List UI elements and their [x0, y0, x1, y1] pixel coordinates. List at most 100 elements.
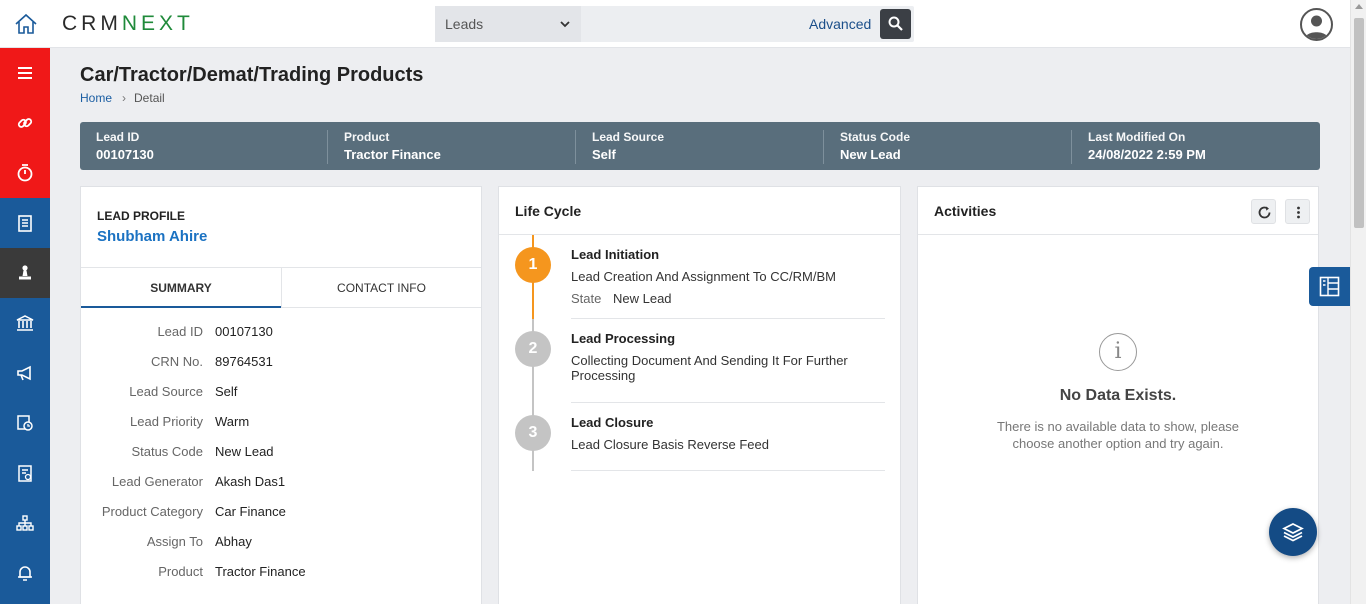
summary-row: Status Code New Lead — [81, 444, 481, 464]
summary-key: Assign To — [146, 534, 203, 549]
layers-fab-button[interactable] — [1269, 508, 1317, 556]
strip-label: Status Code — [840, 130, 911, 144]
strip-lead-source: Lead Source Self — [576, 130, 824, 164]
strip-value: 00107130 — [96, 147, 154, 162]
hierarchy-icon — [16, 515, 34, 531]
breadcrumb-home-link[interactable]: Home — [80, 91, 112, 105]
strip-status-code: Status Code New Lead — [824, 130, 1072, 164]
summary-value: Warm — [215, 414, 250, 429]
strip-label: Lead Source — [592, 130, 665, 144]
empty-state-title: No Data Exists. — [1059, 387, 1177, 404]
search-scope-label: Leads — [445, 16, 484, 32]
report-icon — [18, 465, 32, 482]
stage-number: 2 — [515, 331, 551, 367]
stage-divider — [571, 402, 885, 403]
refresh-button[interactable] — [1251, 199, 1276, 224]
summary-key: CRN No. — [150, 354, 203, 369]
summary-row: Product Category Car Finance — [81, 504, 481, 524]
nav-schedule[interactable] — [0, 398, 50, 448]
summary-row: Assign To Abhay — [81, 534, 481, 554]
summary-key: Lead Priority — [130, 414, 203, 429]
advanced-search-link[interactable]: Advanced — [809, 16, 871, 32]
lead-summary-strip: Lead ID 00107130 Product Tractor Finance… — [80, 122, 1320, 170]
nav-menu[interactable] — [0, 48, 50, 98]
summary-row: Lead Priority Warm — [81, 414, 481, 434]
refresh-icon — [1258, 206, 1271, 219]
summary-row: Lead Source Self — [81, 384, 481, 404]
bank-icon — [16, 315, 34, 331]
user-avatar[interactable] — [1300, 8, 1333, 41]
summary-value: 00107130 — [215, 324, 273, 339]
strip-label: Last Modified On — [1088, 130, 1186, 144]
summary-value: Abhay — [215, 534, 252, 549]
layout-icon — [1319, 276, 1340, 297]
app-logo[interactable]: CRMNEXT — [62, 12, 194, 36]
nav-leads[interactable] — [0, 248, 50, 298]
nav-links[interactable] — [0, 98, 50, 148]
stage-number: 1 — [515, 247, 551, 283]
info-icon: i — [1099, 333, 1137, 371]
summary-key: Product — [158, 564, 203, 579]
activities-title: Activities — [934, 203, 997, 219]
summary-key: Lead Source — [129, 384, 203, 399]
nav-notifications[interactable] — [0, 548, 50, 598]
strip-label: Lead ID — [96, 130, 140, 144]
layout-panel-toggle[interactable] — [1309, 267, 1350, 306]
life-cycle-card: Life Cycle 1 Lead Initiation Lead Creati… — [498, 186, 901, 604]
more-vertical-icon — [1297, 206, 1300, 219]
nav-reports[interactable] — [0, 448, 50, 498]
summary-row: Lead Generator Akash Das1 — [81, 474, 481, 494]
summary-row: CRN No. 89764531 — [81, 354, 481, 374]
strip-lead-id: Lead ID 00107130 — [80, 130, 328, 164]
clock-doc-icon — [17, 415, 33, 431]
link-icon — [17, 118, 33, 128]
nav-documents[interactable] — [0, 198, 50, 248]
home-icon[interactable] — [14, 13, 38, 35]
side-nav — [0, 48, 50, 604]
summary-value: Self — [215, 384, 238, 399]
lead-name: Shubham Ahire — [97, 228, 208, 245]
more-options-button[interactable] — [1285, 199, 1310, 224]
stage-state-value: New Lead — [613, 291, 672, 306]
menu-icon — [18, 67, 32, 79]
page-scrollbar[interactable] — [1350, 0, 1366, 604]
stopwatch-icon — [17, 164, 33, 182]
stage-title: Lead Closure — [571, 415, 654, 430]
stage-divider — [571, 318, 885, 319]
activities-card: Activities i No Data Exists. There is no… — [917, 186, 1319, 604]
tab-summary[interactable]: SUMMARY — [81, 268, 281, 308]
tab-contact-info[interactable]: CONTACT INFO — [281, 268, 481, 308]
lead-profile-label: LEAD PROFILE — [97, 209, 186, 223]
activities-header: Activities — [918, 187, 1318, 235]
stage-title: Lead Processing — [571, 331, 676, 346]
summary-key: Status Code — [131, 444, 203, 459]
stage-description: Lead Creation And Assignment To CC/RM/BM — [571, 269, 836, 284]
stamp-icon — [19, 265, 31, 280]
layers-icon — [1282, 523, 1304, 542]
strip-value: Tractor Finance — [344, 147, 441, 162]
search-scope-select[interactable]: Leads — [435, 6, 581, 42]
lead-profile-card: LEAD PROFILE Shubham Ahire SUMMARY CONTA… — [80, 186, 482, 604]
summary-value: New Lead — [215, 444, 274, 459]
nav-hierarchy[interactable] — [0, 498, 50, 548]
summary-value: 89764531 — [215, 354, 273, 369]
strip-label: Product — [344, 130, 390, 144]
nav-bank[interactable] — [0, 298, 50, 348]
strip-value: Self — [592, 147, 616, 162]
page-title: Car/Tractor/Demat/Trading Products — [80, 64, 424, 86]
scroll-up-arrow-icon[interactable] — [1355, 4, 1363, 9]
bell-icon — [18, 566, 32, 581]
stage-divider — [571, 470, 885, 471]
chevron-down-icon — [560, 21, 570, 28]
summary-key: Product Category — [101, 504, 203, 519]
stage-state-label: State — [571, 291, 602, 306]
search-button[interactable] — [880, 9, 911, 39]
strip-product: Product Tractor Finance — [328, 130, 576, 164]
life-cycle-title: Life Cycle — [515, 203, 582, 219]
nav-timer[interactable] — [0, 148, 50, 198]
breadcrumb: Home › Detail — [80, 91, 165, 105]
stage-description: Collecting Document And Sending It For F… — [571, 353, 848, 383]
scroll-thumb[interactable] — [1354, 18, 1364, 228]
search-icon — [888, 16, 903, 31]
nav-campaigns[interactable] — [0, 348, 50, 398]
